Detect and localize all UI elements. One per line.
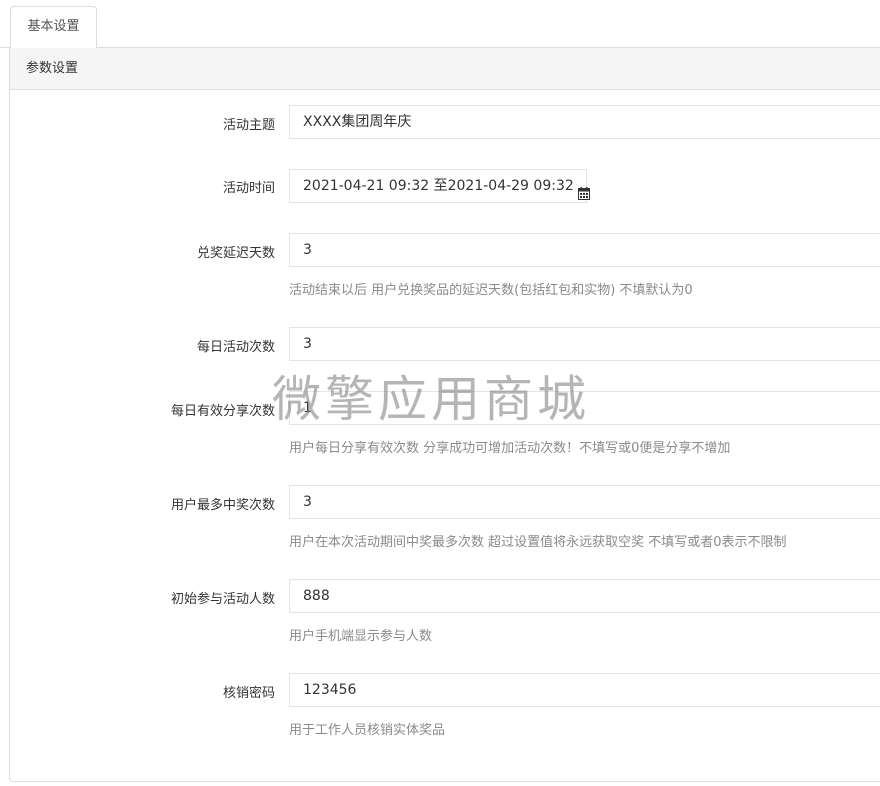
tab-bar: 基本设置 xyxy=(0,0,880,49)
share-count-label: 每日有效分享次数 xyxy=(170,404,275,419)
tab-basic-settings[interactable]: 基本设置 xyxy=(10,6,97,49)
initial-participants-help: 用户手机端显示参与人数 xyxy=(289,629,433,644)
time-label: 活动时间 xyxy=(222,181,275,196)
max-win-help: 用户在本次活动期间中奖最多次数 超过设置值将永远获取空奖 不填写或者0表示不限制 xyxy=(289,535,787,550)
verify-password-input[interactable]: 123456 xyxy=(289,673,880,707)
verify-password-help: 用于工作人员核销实体奖品 xyxy=(289,723,446,738)
share-count-input[interactable]: 1 xyxy=(289,391,880,425)
time-range-value: 2021-04-21 09:32 至2021-04-29 09:32 xyxy=(303,178,574,194)
calendar-icon[interactable] xyxy=(577,180,590,200)
verify-password-label: 核销密码 xyxy=(222,686,275,701)
max-win-label: 用户最多中奖次数 xyxy=(170,498,275,513)
theme-input[interactable]: XXXX集团周年庆 xyxy=(289,105,880,139)
time-range-picker[interactable]: 2021-04-21 09:32 至2021-04-29 09:32 xyxy=(289,169,590,203)
initial-participants-label: 初始参与活动人数 xyxy=(170,592,275,607)
delay-days-help: 活动结束以后 用户兑换奖品的延迟天数(包括红包和实物) 不填默认为0 xyxy=(289,283,693,298)
daily-count-input[interactable]: 3 xyxy=(289,327,880,361)
initial-participants-input[interactable]: 888 xyxy=(289,579,880,613)
theme-label: 活动主题 xyxy=(222,118,275,133)
delay-days-input[interactable]: 3 xyxy=(289,233,880,267)
share-count-help: 用户每日分享有效次数 分享成功可增加活动次数！不填写或0便是分享不增加 xyxy=(289,441,731,456)
delay-days-label: 兑奖延迟天数 xyxy=(196,246,275,261)
max-win-input[interactable]: 3 xyxy=(289,485,880,519)
panel-heading: 参数设置 xyxy=(10,48,880,90)
daily-count-label: 每日活动次数 xyxy=(196,340,275,355)
